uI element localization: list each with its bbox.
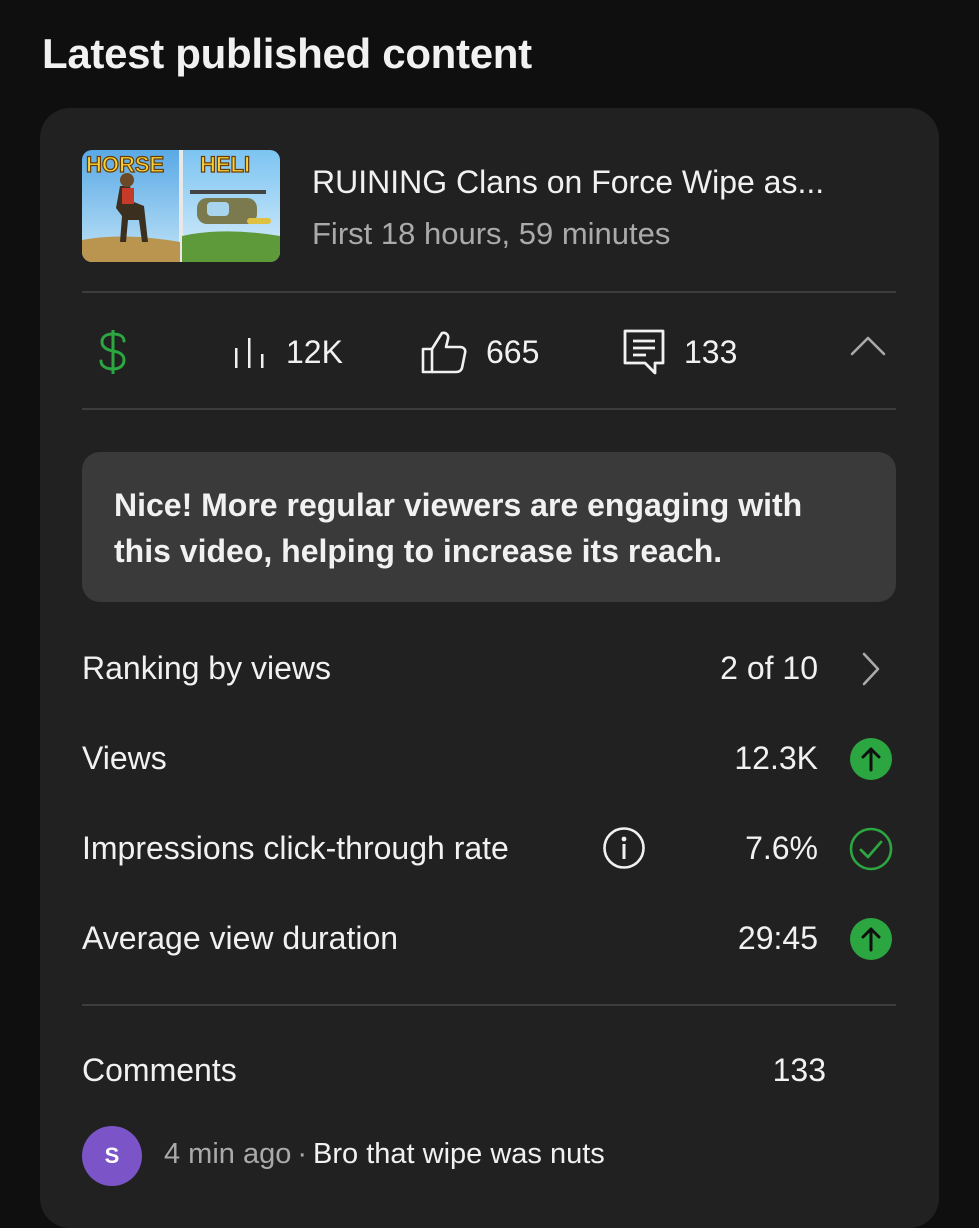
metric-label: Views — [82, 740, 167, 776]
analytics-bars-icon — [235, 338, 264, 368]
dollar-icon — [99, 330, 126, 374]
insight-box: Nice! More regular viewers are engaging … — [82, 452, 896, 602]
likes-count: 665 — [486, 333, 540, 370]
revenue-stat[interactable] — [96, 294, 130, 410]
chevron-right-icon[interactable] — [848, 646, 894, 692]
views-count: 12K — [286, 333, 343, 370]
metric-row-ctr[interactable]: Impressions click-through rate 7.6% — [82, 818, 896, 878]
avatar[interactable]: S — [82, 1126, 142, 1186]
divider — [82, 1004, 896, 1006]
video-title[interactable]: RUINING Clans on Force Wipe as... — [312, 164, 824, 201]
divider — [82, 291, 896, 293]
video-row[interactable]: HORSE HELI RUINING Clans on Force Wipe a… — [82, 150, 902, 262]
latest-content-card[interactable]: HORSE HELI RUINING Clans on Force Wipe a… — [40, 108, 939, 1228]
comment-text: Bro that wipe was nuts — [313, 1138, 605, 1170]
check-circle-icon — [849, 827, 893, 871]
comments-count: 133 — [684, 333, 738, 370]
divider — [82, 408, 896, 410]
info-icon[interactable] — [602, 826, 646, 870]
metric-label: Impressions click-through rate — [82, 830, 509, 866]
metric-value: 2 of 10 — [720, 650, 818, 686]
comment-icon — [623, 329, 665, 375]
metric-label: Ranking by views — [82, 650, 331, 686]
arrow-up-circle-icon — [850, 738, 892, 780]
insight-text: Nice! More regular viewers are engaging … — [114, 487, 803, 569]
metric-value: 7.6% — [745, 830, 818, 866]
metric-row-avg-duration[interactable]: Average view duration 29:45 — [82, 908, 896, 968]
comment-meta: 4 min ago · Bro that wipe was nuts — [164, 1138, 605, 1171]
comments-stat[interactable]: 133 — [622, 294, 737, 410]
video-timeframe: First 18 hours, 59 minutes — [312, 216, 671, 251]
video-thumbnail[interactable]: HORSE HELI — [82, 150, 280, 262]
views-stat[interactable]: 12K — [232, 294, 343, 410]
thumb-text-heli: HELI — [200, 152, 250, 177]
chevron-up-icon[interactable] — [850, 334, 886, 356]
thumbs-up-icon — [421, 331, 467, 374]
arrow-up-circle-icon — [850, 918, 892, 960]
stats-row[interactable]: 12K 665 133 — [82, 294, 896, 410]
comments-total: 133 — [772, 1052, 826, 1088]
metric-value: 29:45 — [737, 920, 818, 956]
comments-label: Comments — [82, 1052, 237, 1088]
comment-item[interactable]: S 4 min ago · Bro that wipe was nuts — [82, 1126, 896, 1188]
likes-stat[interactable]: 665 — [420, 294, 539, 410]
thumb-text-horse: HORSE — [86, 152, 164, 177]
comment-separator: · — [297, 1138, 308, 1170]
comment-time: 4 min ago — [164, 1138, 292, 1170]
section-title: Latest published content — [42, 30, 532, 77]
metric-row-views[interactable]: Views 12.3K — [82, 728, 896, 788]
metric-value: 12.3K — [734, 740, 818, 776]
metric-row-ranking[interactable]: Ranking by views 2 of 10 — [82, 638, 896, 698]
comments-header[interactable]: Comments 133 — [82, 1048, 896, 1098]
metric-label: Average view duration — [82, 920, 399, 956]
